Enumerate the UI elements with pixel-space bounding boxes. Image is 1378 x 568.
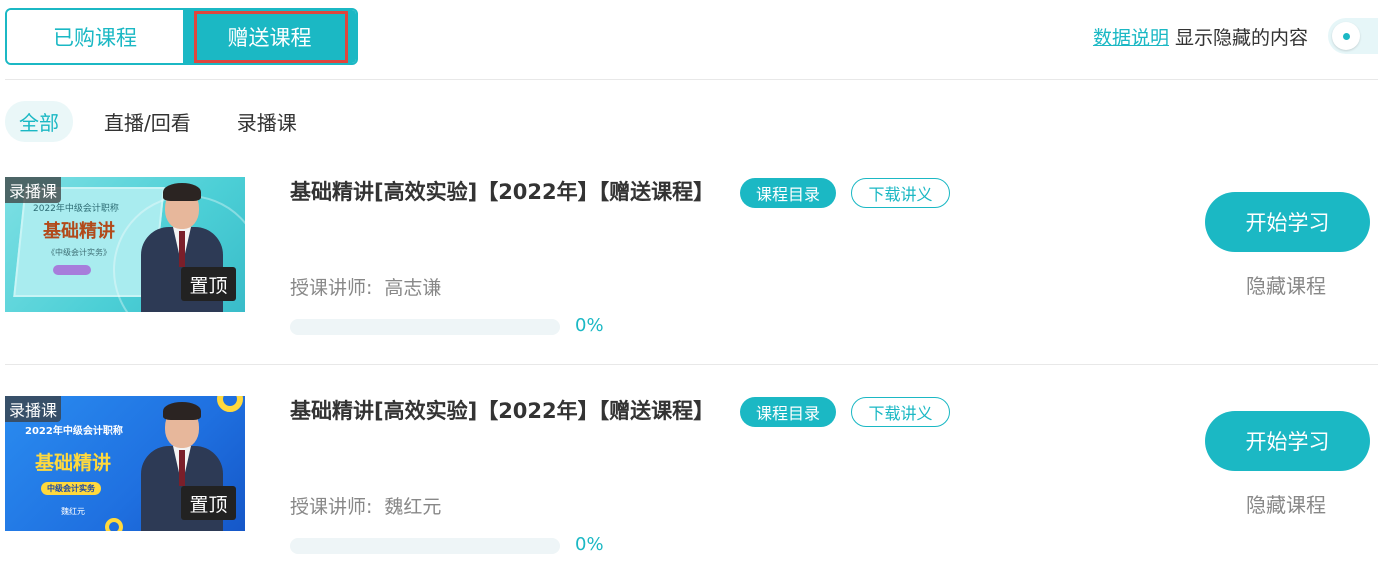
data-description-link[interactable]: 数据说明 — [1093, 23, 1169, 50]
progress-percent: 0% — [575, 534, 604, 555]
progress-bar — [290, 538, 560, 554]
tab-purchased-courses[interactable]: 已购课程 — [7, 10, 183, 63]
teacher-info: 授课讲师: 魏红元 — [290, 492, 441, 519]
pin-to-top-button[interactable]: 置顶 — [181, 486, 236, 520]
hide-course-button[interactable]: 隐藏课程 — [1246, 489, 1326, 518]
progress-bar — [290, 319, 560, 335]
thumbnail-title-text: 基础精讲 — [35, 452, 112, 474]
course-thumbnail[interactable]: 2022年中级会计职称 基础精讲 《中级会计实务》 录播课 置顶 — [5, 177, 245, 312]
recorded-course-tag: 录播课 — [5, 396, 62, 422]
header-actions: 数据说明 显示隐藏的内容 — [1093, 16, 1378, 56]
thumbnail-teacher-text: 魏红元 — [61, 507, 85, 516]
thumbnail-subject-text: 《中级会计实务》 — [47, 248, 111, 257]
course-card: 2022年中级会计职称 基础精讲 《中级会计实务》 录播课 置顶 基础精讲[高效… — [5, 177, 1378, 357]
course-filters: 全部 直播/回看 录播课 — [5, 100, 343, 142]
teacher-info: 授课讲师: 高志谦 — [290, 273, 441, 300]
thumbnail-subject-text: 中级会计实务 — [41, 482, 101, 495]
hide-course-button[interactable]: 隐藏课程 — [1246, 270, 1326, 299]
recorded-course-tag: 录播课 — [5, 177, 62, 203]
show-hidden-toggle[interactable] — [1328, 18, 1378, 54]
teacher-label: 授课讲师: — [290, 496, 373, 518]
course-card: 2022年中级会计职称 基础精讲 中级会计实务 魏红元 录播课 置顶 基础精讲[… — [5, 396, 1378, 568]
start-learning-button[interactable]: 开始学习 — [1205, 411, 1370, 471]
thumbnail-name-pill — [53, 265, 91, 275]
filter-live-replay[interactable]: 直播/回看 — [104, 107, 191, 136]
tab-gifted-label: 赠送课程 — [227, 25, 312, 50]
teacher-label: 授课讲师: — [290, 277, 373, 299]
teacher-name: 高志谦 — [384, 277, 442, 299]
header-divider — [5, 79, 1378, 80]
teacher-name: 魏红元 — [384, 496, 442, 518]
filter-all[interactable]: 全部 — [5, 100, 73, 142]
thumbnail-title-text: 基础精讲 — [43, 221, 115, 242]
course-catalog-button[interactable]: 课程目录 — [740, 397, 836, 427]
start-learning-button[interactable]: 开始学习 — [1205, 192, 1370, 252]
thumbnail-year-text: 2022年中级会计职称 — [25, 426, 123, 437]
pin-to-top-button[interactable]: 置顶 — [181, 267, 236, 301]
show-hidden-label: 显示隐藏的内容 — [1174, 26, 1308, 49]
tab-gifted-courses[interactable]: 赠送课程 — [183, 10, 356, 63]
course-title[interactable]: 基础精讲[高效实验]【2022年】【赠送课程】 — [290, 177, 720, 207]
toggle-knob — [1332, 22, 1360, 50]
course-catalog-button[interactable]: 课程目录 — [740, 178, 836, 208]
download-handout-button[interactable]: 下载讲义 — [851, 178, 950, 208]
course-title[interactable]: 基础精讲[高效实验]【2022年】【赠送课程】 — [290, 396, 720, 426]
course-thumbnail[interactable]: 2022年中级会计职称 基础精讲 中级会计实务 魏红元 录播课 置顶 — [5, 396, 245, 531]
download-handout-button[interactable]: 下载讲义 — [851, 397, 950, 427]
course-divider — [5, 364, 1378, 365]
filter-recorded[interactable]: 录播课 — [237, 107, 297, 136]
thumbnail-decor-ring — [105, 518, 123, 531]
course-type-tabs: 已购课程 赠送课程 — [5, 8, 358, 65]
progress-percent: 0% — [575, 315, 604, 336]
